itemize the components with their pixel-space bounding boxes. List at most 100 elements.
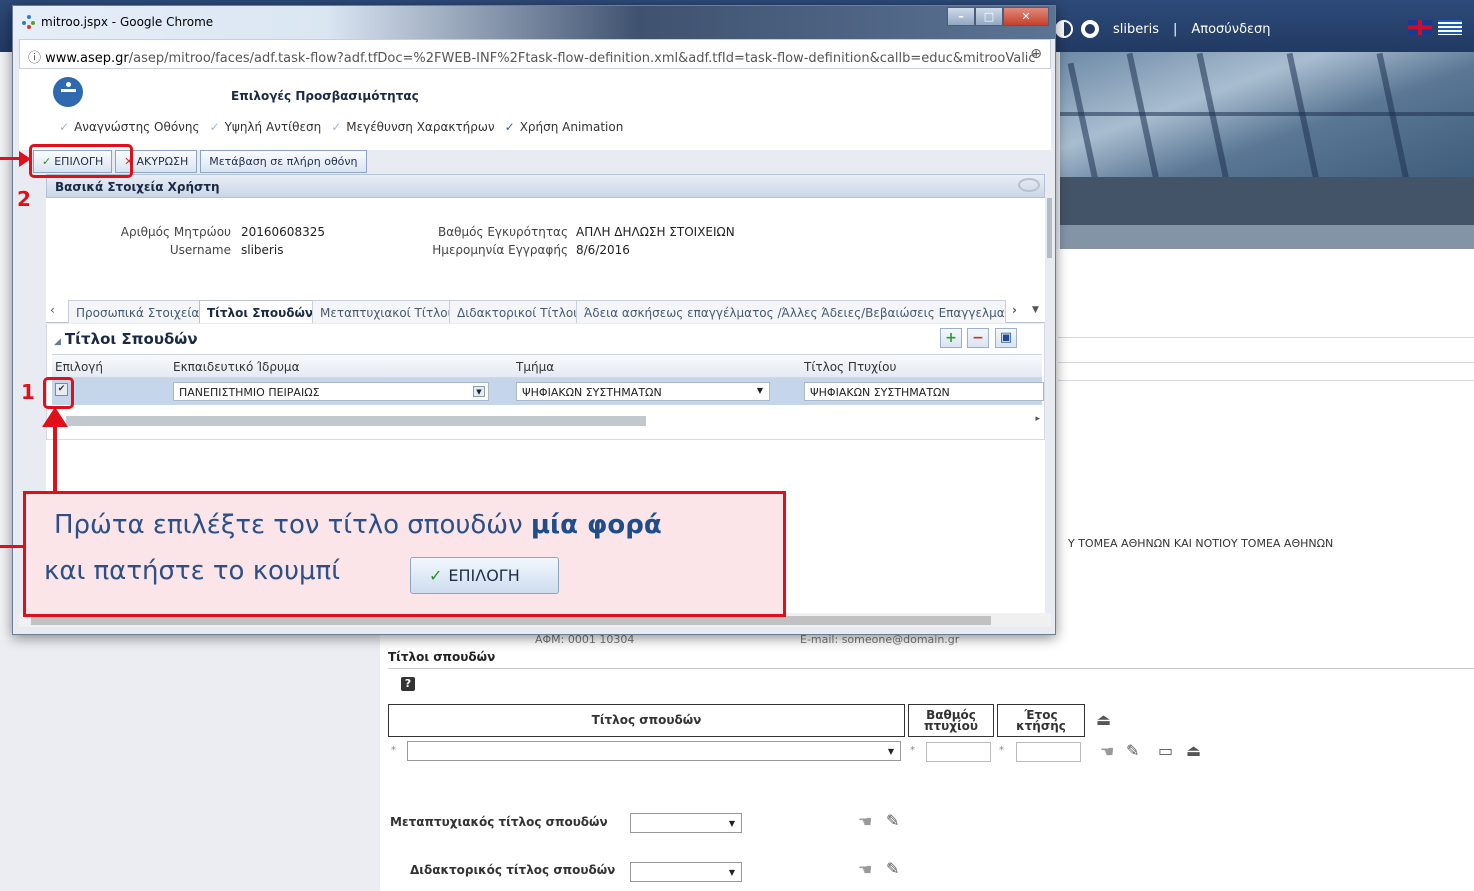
minimize-button[interactable]: – — [947, 7, 975, 26]
institution-select[interactable]: ΠΑΝΕΠΙΣΤΗΜΙΟ ΠΕΙΡΑΙΩΣ ▼ — [173, 382, 489, 401]
dropdown-arrow-icon: ▼ — [473, 386, 485, 397]
grid-scrollbar[interactable]: ▸ — [52, 414, 1042, 428]
postgrad-label: Μεταπτυχιακός τίτλος σπουδών — [390, 815, 608, 829]
monitor-icon[interactable]: ▭ — [1158, 741, 1173, 760]
reg-date-value: 8/6/2016 — [576, 243, 630, 257]
add-row-button[interactable]: + — [940, 328, 962, 348]
tab-menu-icon[interactable]: ▼ — [1032, 305, 1039, 315]
tab-studies[interactable]: Τίτλοι Σπουδών — [199, 300, 322, 323]
required-mark: * — [910, 745, 915, 756]
studies-grid-panel: ◢ Τίτλοι Σπουδών + − ▣ Επιλογή Εκπαιδευτι… — [46, 324, 1045, 440]
url-host: www.asep.gr — [45, 51, 129, 66]
title-select[interactable]: ▼ — [407, 741, 901, 761]
zoom-icon[interactable]: ⊕ — [1030, 46, 1042, 62]
callout-line-2: και πατήστε το κουμπί — [44, 556, 340, 586]
collapse-icon[interactable] — [1018, 178, 1040, 192]
registry-value: 20160608325 — [241, 225, 325, 239]
user-info-title: Βασικά Στοιχεία Χρήστη — [55, 180, 220, 194]
logout-link[interactable]: Αποσύνδεση — [1191, 22, 1270, 37]
validity-value: ΑΠΛΗ ΔΗΛΩΣΗ ΣΤΟΙΧΕΙΩΝ — [576, 225, 735, 239]
dropdown-arrow-icon: ▼ — [887, 747, 894, 756]
contrast-icon[interactable] — [1055, 20, 1073, 38]
app-subnav-bar — [1060, 225, 1474, 249]
window-title: mitroo.jspx - Google Chrome — [41, 15, 214, 29]
accessibility-option-high-contrast[interactable]: ✓ Υψηλή Αντίθεση — [210, 120, 322, 134]
scroll-right-icon[interactable]: ▸ — [1035, 414, 1040, 424]
validity-label: Βαθμός Εγκυρότητας — [438, 225, 568, 239]
accessibility-option-screen-reader[interactable]: ✓ Αναγνώστης Οθόνης — [59, 120, 200, 134]
username-label: Username — [169, 243, 231, 257]
tab-scroll-left-icon[interactable]: ‹ — [50, 303, 55, 317]
upload-icon[interactable]: ⏏ — [1186, 741, 1201, 760]
header-banner-image — [1060, 52, 1474, 177]
close-button[interactable]: ✕ — [1003, 7, 1049, 26]
grade-input[interactable] — [926, 742, 991, 762]
pencil-icon[interactable]: ✎ — [1126, 741, 1139, 760]
department-select[interactable]: ΨΗΦΙΑΚΩΝ ΣΥΣΤΗΜΑΤΩΝ ▼ — [516, 382, 770, 401]
step-number-2: 2 — [17, 187, 31, 211]
col-select: Επιλογή — [55, 360, 104, 374]
thumb-icon[interactable]: ☚ — [858, 860, 872, 879]
arrow-right-icon — [19, 151, 31, 167]
address-bar[interactable]: ⓘ www.asep.gr/asep/mitroo/faces/adf.task… — [19, 39, 1051, 69]
header-separator: | — [1172, 21, 1178, 37]
save-button[interactable]: ▣ — [995, 328, 1017, 348]
upload-icon[interactable]: ⏏ — [1096, 710, 1111, 729]
maximize-button[interactable]: □ — [975, 7, 1003, 26]
instruction-callout: Πρώτα επιλέξτε τον τίτλο σπουδών μία φορ… — [23, 491, 786, 617]
accessibility-icon[interactable] — [53, 77, 83, 107]
thumb-icon[interactable]: ☚ — [858, 812, 872, 831]
arrow-up-icon — [42, 407, 68, 427]
greek-flag-icon[interactable] — [1438, 20, 1462, 35]
reg-date-label: Ημερομηνία Εγγραφής — [432, 243, 568, 257]
postgrad-select[interactable]: ▼ — [630, 813, 742, 833]
accessibility-title: Επιλογές Προσβασιμότητας — [231, 89, 419, 103]
tab-scroll-right-icon[interactable]: › — [1012, 303, 1017, 317]
app-left-area — [0, 640, 380, 891]
required-mark: * — [999, 745, 1004, 756]
accessibility-option-font-size[interactable]: ✓ Μεγέθυνση Χαρακτήρων — [331, 120, 494, 134]
highlight-row-checkbox — [43, 377, 74, 409]
check-icon: ✓ — [331, 120, 342, 134]
collapse-triangle-icon[interactable]: ◢ — [54, 337, 61, 347]
pencil-icon[interactable]: ✎ — [886, 859, 899, 878]
degree-field[interactable]: ΨΗΦΙΑΚΩΝ ΣΥΣΤΗΜΑΤΩΝ — [804, 382, 1044, 401]
info-icon[interactable]: ⓘ — [28, 51, 41, 66]
user-info-header: Βασικά Στοιχεία Χρήστη — [46, 174, 1045, 198]
region-text: Υ ΤΟΜΕΑ ΑΘΗΝΩΝ ΚΑΙ ΝΟΤΙΟΥ ΤΟΜΕΑ ΑΘΗΝΩΝ — [1068, 537, 1334, 550]
col-year-header: Έτος κτήσης — [997, 704, 1085, 737]
divider — [1058, 380, 1474, 381]
uk-flag-icon[interactable] — [1408, 20, 1432, 35]
check-icon: ✓ — [504, 120, 515, 134]
accessibility-option-animation[interactable]: ✓ Χρήση Animation — [505, 120, 624, 134]
tab-personal[interactable]: Προσωπικά Στοιχεία — [68, 300, 208, 323]
chrome-logo-icon — [22, 15, 36, 29]
tab-licenses[interactable]: Άδεια ασκήσεως επαγγέλματος /Άλλες Άδειε… — [576, 300, 1006, 323]
col-title-header: Τίτλος σπουδών — [388, 704, 905, 737]
table-row[interactable]: ✔ ΠΑΝΕΠΙΣΤΗΜΙΟ ΠΕΙΡΑΙΩΣ ▼ ΨΗΦΙΑΚΩΝ ΣΥΣΤΗΜ… — [52, 378, 1044, 405]
eye-icon[interactable] — [1081, 20, 1099, 38]
remove-row-button[interactable]: − — [967, 328, 989, 348]
window-titlebar[interactable]: mitroo.jspx - Google Chrome – □ ✕ — [13, 6, 1055, 39]
check-icon: ✓ — [209, 120, 220, 134]
fullscreen-button[interactable]: Μετάβαση σε πλήρη οθόνη — [200, 150, 367, 173]
pencil-icon[interactable]: ✎ — [886, 811, 899, 830]
tab-postgrad[interactable]: Μεταπτυχιακοί Τίτλοι — [312, 300, 460, 323]
vertical-scrollbar[interactable] — [1047, 198, 1052, 258]
user-info-panel: Αριθμός Μητρώου 20160608325 Username sli… — [46, 198, 1045, 301]
language-flags — [1408, 20, 1462, 35]
divider — [388, 668, 1474, 669]
grid-header: Επιλογή Εκπαιδευτικό Ίδρυμα Τμήμα Τίτλος… — [52, 354, 1042, 378]
required-mark: * — [391, 745, 396, 756]
connector-line — [0, 545, 24, 548]
accessibility-bar: Επιλογές Προσβασιμότητας ✓ Αναγνώστης Οθό… — [19, 69, 1051, 150]
col-degree: Τίτλος Πτυχίου — [804, 360, 897, 374]
thumb-icon[interactable]: ☚ — [1100, 742, 1114, 761]
col-department: Τμήμα — [516, 360, 555, 374]
accessibility-options: ✓ Αναγνώστης Οθόνης ✓ Υψηλή Αντίθεση ✓ Μεγέ… — [59, 120, 623, 134]
tab-doctoral[interactable]: Διδακτορικοί Τίτλοι — [449, 300, 586, 323]
year-input[interactable] — [1016, 742, 1081, 762]
help-icon[interactable]: ? — [401, 677, 415, 691]
step-number-1: 1 — [21, 380, 35, 404]
doctoral-select[interactable]: ▼ — [630, 862, 742, 882]
